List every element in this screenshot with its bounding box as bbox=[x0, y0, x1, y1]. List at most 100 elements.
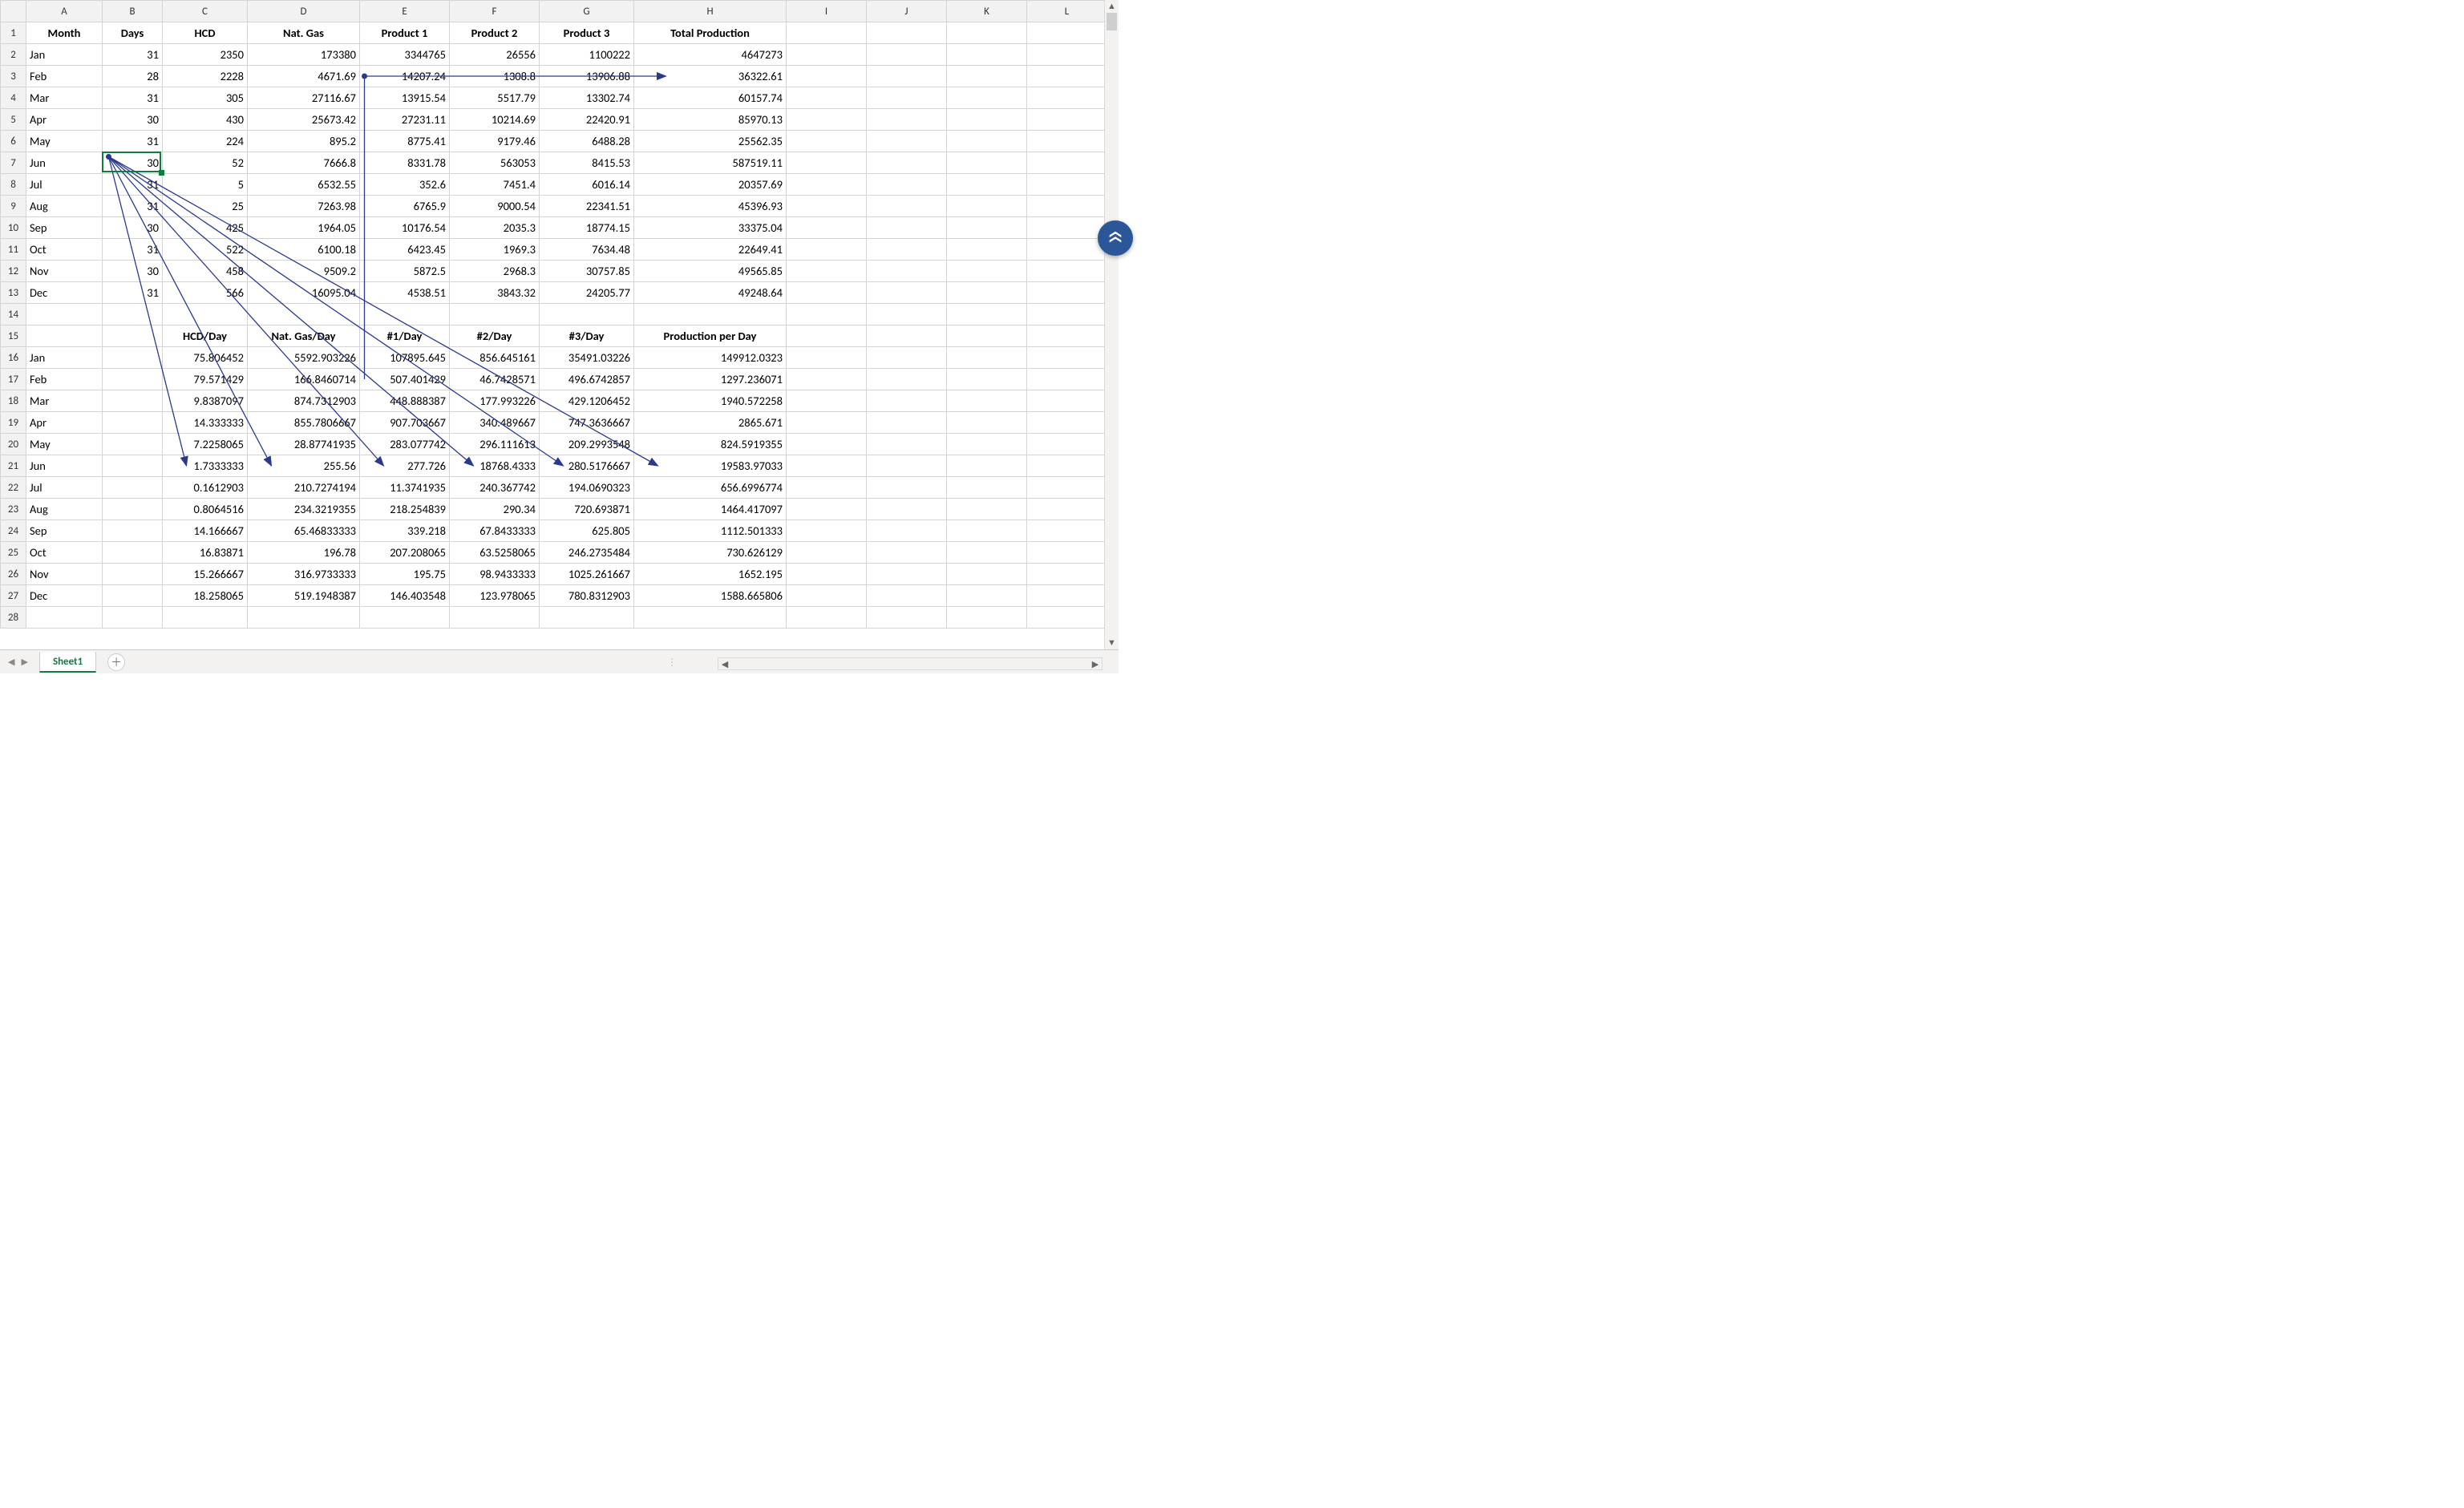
cell-G24[interactable]: 625.805 bbox=[540, 520, 634, 542]
cell-D24[interactable]: 65.46833333 bbox=[248, 520, 360, 542]
column-header-C[interactable]: C bbox=[163, 1, 248, 22]
cell-B11[interactable]: 31 bbox=[103, 239, 163, 261]
row-header-1[interactable]: 1 bbox=[1, 22, 26, 44]
cell-L16[interactable] bbox=[1027, 347, 1107, 369]
row-header-22[interactable]: 22 bbox=[1, 477, 26, 499]
add-sheet-button[interactable]: ＋ bbox=[107, 653, 125, 671]
cell-G7[interactable]: 8415.53 bbox=[540, 152, 634, 174]
cell-G13[interactable]: 24205.77 bbox=[540, 282, 634, 304]
cell-D9[interactable]: 7263.98 bbox=[248, 196, 360, 217]
cell-H21[interactable]: 19583.97033 bbox=[634, 455, 787, 477]
row-header-8[interactable]: 8 bbox=[1, 174, 26, 196]
cell-K21[interactable] bbox=[947, 455, 1027, 477]
cell-C21[interactable]: 1.7333333 bbox=[163, 455, 248, 477]
column-header-B[interactable]: B bbox=[103, 1, 163, 22]
cell-J10[interactable] bbox=[867, 217, 947, 239]
cell-I11[interactable] bbox=[787, 239, 867, 261]
cell-A26[interactable]: Nov bbox=[26, 564, 103, 585]
cell-H3[interactable]: 36322.61 bbox=[634, 66, 787, 87]
column-header-E[interactable]: E bbox=[360, 1, 450, 22]
cell-K4[interactable] bbox=[947, 87, 1027, 109]
cell-L2[interactable] bbox=[1027, 44, 1107, 66]
cell-G27[interactable]: 780.8312903 bbox=[540, 585, 634, 607]
cell-C9[interactable]: 25 bbox=[163, 196, 248, 217]
cell-I3[interactable] bbox=[787, 66, 867, 87]
cell-E26[interactable]: 195.75 bbox=[360, 564, 450, 585]
cell-K28[interactable] bbox=[947, 607, 1027, 629]
cell-F5[interactable]: 10214.69 bbox=[450, 109, 540, 131]
cell-C25[interactable]: 16.83871 bbox=[163, 542, 248, 564]
row-header-7[interactable]: 7 bbox=[1, 152, 26, 174]
cell-L13[interactable] bbox=[1027, 282, 1107, 304]
cell-L20[interactable] bbox=[1027, 434, 1107, 455]
cell-J20[interactable] bbox=[867, 434, 947, 455]
cell-A17[interactable]: Feb bbox=[26, 369, 103, 390]
cell-B8[interactable]: 31 bbox=[103, 174, 163, 196]
cell-K26[interactable] bbox=[947, 564, 1027, 585]
row-header-14[interactable]: 14 bbox=[1, 304, 26, 325]
cell-I27[interactable] bbox=[787, 585, 867, 607]
cell-J12[interactable] bbox=[867, 261, 947, 282]
cell-A5[interactable]: Apr bbox=[26, 109, 103, 131]
column-header-K[interactable]: K bbox=[947, 1, 1027, 22]
cell-B6[interactable]: 31 bbox=[103, 131, 163, 152]
horizontal-scrollbar[interactable]: ◀ ▶ bbox=[718, 657, 1103, 670]
cell-K9[interactable] bbox=[947, 196, 1027, 217]
cell-I16[interactable] bbox=[787, 347, 867, 369]
cell-I18[interactable] bbox=[787, 390, 867, 412]
cell-I21[interactable] bbox=[787, 455, 867, 477]
row-header-18[interactable]: 18 bbox=[1, 390, 26, 412]
cell-F13[interactable]: 3843.32 bbox=[450, 282, 540, 304]
cell-K10[interactable] bbox=[947, 217, 1027, 239]
cell-A16[interactable]: Jan bbox=[26, 347, 103, 369]
cell-L26[interactable] bbox=[1027, 564, 1107, 585]
cell-K2[interactable] bbox=[947, 44, 1027, 66]
cell-B3[interactable]: 28 bbox=[103, 66, 163, 87]
cell-A22[interactable]: Jul bbox=[26, 477, 103, 499]
cell-K23[interactable] bbox=[947, 499, 1027, 520]
row-header-26[interactable]: 26 bbox=[1, 564, 26, 585]
cell-A27[interactable]: Dec bbox=[26, 585, 103, 607]
cell-I26[interactable] bbox=[787, 564, 867, 585]
cell-A7[interactable]: Jun bbox=[26, 152, 103, 174]
cell-J2[interactable] bbox=[867, 44, 947, 66]
cell-F7[interactable]: 563053 bbox=[450, 152, 540, 174]
cell-L12[interactable] bbox=[1027, 261, 1107, 282]
cell-E5[interactable]: 27231.11 bbox=[360, 109, 450, 131]
cell-B14[interactable] bbox=[103, 304, 163, 325]
cell-L17[interactable] bbox=[1027, 369, 1107, 390]
cell-H12[interactable]: 49565.85 bbox=[634, 261, 787, 282]
cell-I22[interactable] bbox=[787, 477, 867, 499]
cell-E6[interactable]: 8775.41 bbox=[360, 131, 450, 152]
cell-H27[interactable]: 1588.665806 bbox=[634, 585, 787, 607]
cell-K6[interactable] bbox=[947, 131, 1027, 152]
cell-K19[interactable] bbox=[947, 412, 1027, 434]
cell-L10[interactable] bbox=[1027, 217, 1107, 239]
cell-D27[interactable]: 519.1948387 bbox=[248, 585, 360, 607]
cell-G22[interactable]: 194.0690323 bbox=[540, 477, 634, 499]
cell-C27[interactable]: 18.258065 bbox=[163, 585, 248, 607]
cell-G11[interactable]: 7634.48 bbox=[540, 239, 634, 261]
cell-F27[interactable]: 123.978065 bbox=[450, 585, 540, 607]
row-header-15[interactable]: 15 bbox=[1, 325, 26, 347]
cell-K24[interactable] bbox=[947, 520, 1027, 542]
cell-F15[interactable]: #2/Day bbox=[450, 325, 540, 347]
cell-H16[interactable]: 149912.0323 bbox=[634, 347, 787, 369]
cell-L8[interactable] bbox=[1027, 174, 1107, 196]
cell-L23[interactable] bbox=[1027, 499, 1107, 520]
row-header-27[interactable]: 27 bbox=[1, 585, 26, 607]
cell-E13[interactable]: 4538.51 bbox=[360, 282, 450, 304]
cell-I8[interactable] bbox=[787, 174, 867, 196]
cell-G21[interactable]: 280.5176667 bbox=[540, 455, 634, 477]
row-header-2[interactable]: 2 bbox=[1, 44, 26, 66]
cell-F20[interactable]: 296.111613 bbox=[450, 434, 540, 455]
cell-D19[interactable]: 855.7806667 bbox=[248, 412, 360, 434]
cell-A10[interactable]: Sep bbox=[26, 217, 103, 239]
sheet-tab-active[interactable]: Sheet1 bbox=[39, 652, 96, 673]
cell-E25[interactable]: 207.208065 bbox=[360, 542, 450, 564]
spreadsheet-grid[interactable]: ABCDEFGHIJKL 1MonthDaysHCDNat. GasProduc… bbox=[0, 0, 1119, 649]
cell-G19[interactable]: 747.3636667 bbox=[540, 412, 634, 434]
cell-L24[interactable] bbox=[1027, 520, 1107, 542]
cell-C18[interactable]: 9.8387097 bbox=[163, 390, 248, 412]
cell-B28[interactable] bbox=[103, 607, 163, 629]
